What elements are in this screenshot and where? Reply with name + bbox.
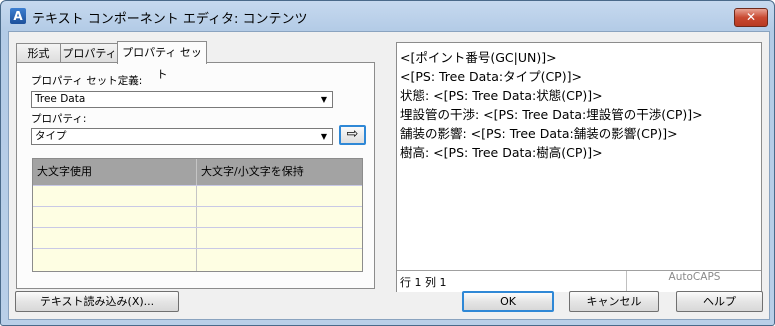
table-row[interactable] [33,248,362,270]
title-bar[interactable]: A テキスト コンポーネント エディタ: コンテンツ ✕ [1,1,774,31]
table-row[interactable] [33,227,362,249]
editor-line[interactable]: 舗装の影響: <[PS: Tree Data:舗装の影響(CP)]> [400,123,678,142]
arrow-right-icon: ⇨ [346,126,359,142]
tab-format[interactable]: 形式 [16,43,61,63]
help-button[interactable]: ヘルプ [676,291,763,312]
cursor-position: 行 1 列 1 [400,276,447,289]
insert-property-button[interactable]: ⇨ [339,125,366,145]
table-row[interactable] [33,185,362,207]
editor-status-bar: 行 1 列 1 AutoCAPS [397,270,761,292]
editor-line[interactable]: <[PS: Tree Data:タイプ(CP)]> [400,66,582,85]
import-text-button[interactable]: テキスト読み込み(X)... [15,291,179,312]
property-label: プロパティ: [31,113,87,125]
chevron-down-icon: ▼ [320,95,328,104]
tab-property-sets[interactable]: プロパティ セット [117,41,207,81]
property-set-definition-value: Tree Data [35,93,86,105]
editor-line[interactable]: 樹高: <[PS: Tree Data:樹高(CP)]> [400,142,603,161]
close-icon: ✕ [745,10,757,24]
grid-header-capitalization: 大文字使用 [37,165,92,178]
property-set-definition-select[interactable]: Tree Data ▼ [31,91,333,108]
ok-button[interactable]: OK [462,291,554,312]
app-icon: A [10,8,26,24]
property-value: タイプ [35,130,67,142]
text-editor[interactable]: <[ポイント番号(GC|UN)]> <[PS: Tree Data:タイプ(CP… [396,42,762,292]
format-grid[interactable]: 大文字使用 大文字/小文字を保持 [32,158,363,272]
property-select[interactable]: タイプ ▼ [31,128,333,145]
dialog-client-area: 形式 プロパティ プロパティ セット プロパティ セット定義: Tree Dat… [8,31,770,320]
grid-header: 大文字使用 大文字/小文字を保持 [33,159,362,185]
chevron-down-icon: ▼ [320,132,328,141]
table-row[interactable] [33,206,362,228]
editor-line[interactable]: 埋設管の干渉: <[PS: Tree Data:埋設管の干渉(CP)]> [400,104,703,123]
editor-line[interactable]: 状態: <[PS: Tree Data:状態(CP)]> [400,85,603,104]
editor-line[interactable]: <[ポイント番号(GC|UN)]> [400,47,557,66]
property-set-definition-label: プロパティ セット定義: [31,75,143,87]
tab-properties[interactable]: プロパティ [60,43,119,63]
dialog-window: A テキスト コンポーネント エディタ: コンテンツ ✕ 形式 プロパティ プロ… [0,0,775,326]
autocaps-indicator: AutoCAPS [626,271,762,292]
grid-header-preserve-case: 大文字/小文字を保持 [201,165,304,178]
cancel-button[interactable]: キャンセル [569,291,659,312]
close-button[interactable]: ✕ [734,8,768,27]
window-title: テキスト コンポーネント エディタ: コンテンツ [32,12,308,27]
